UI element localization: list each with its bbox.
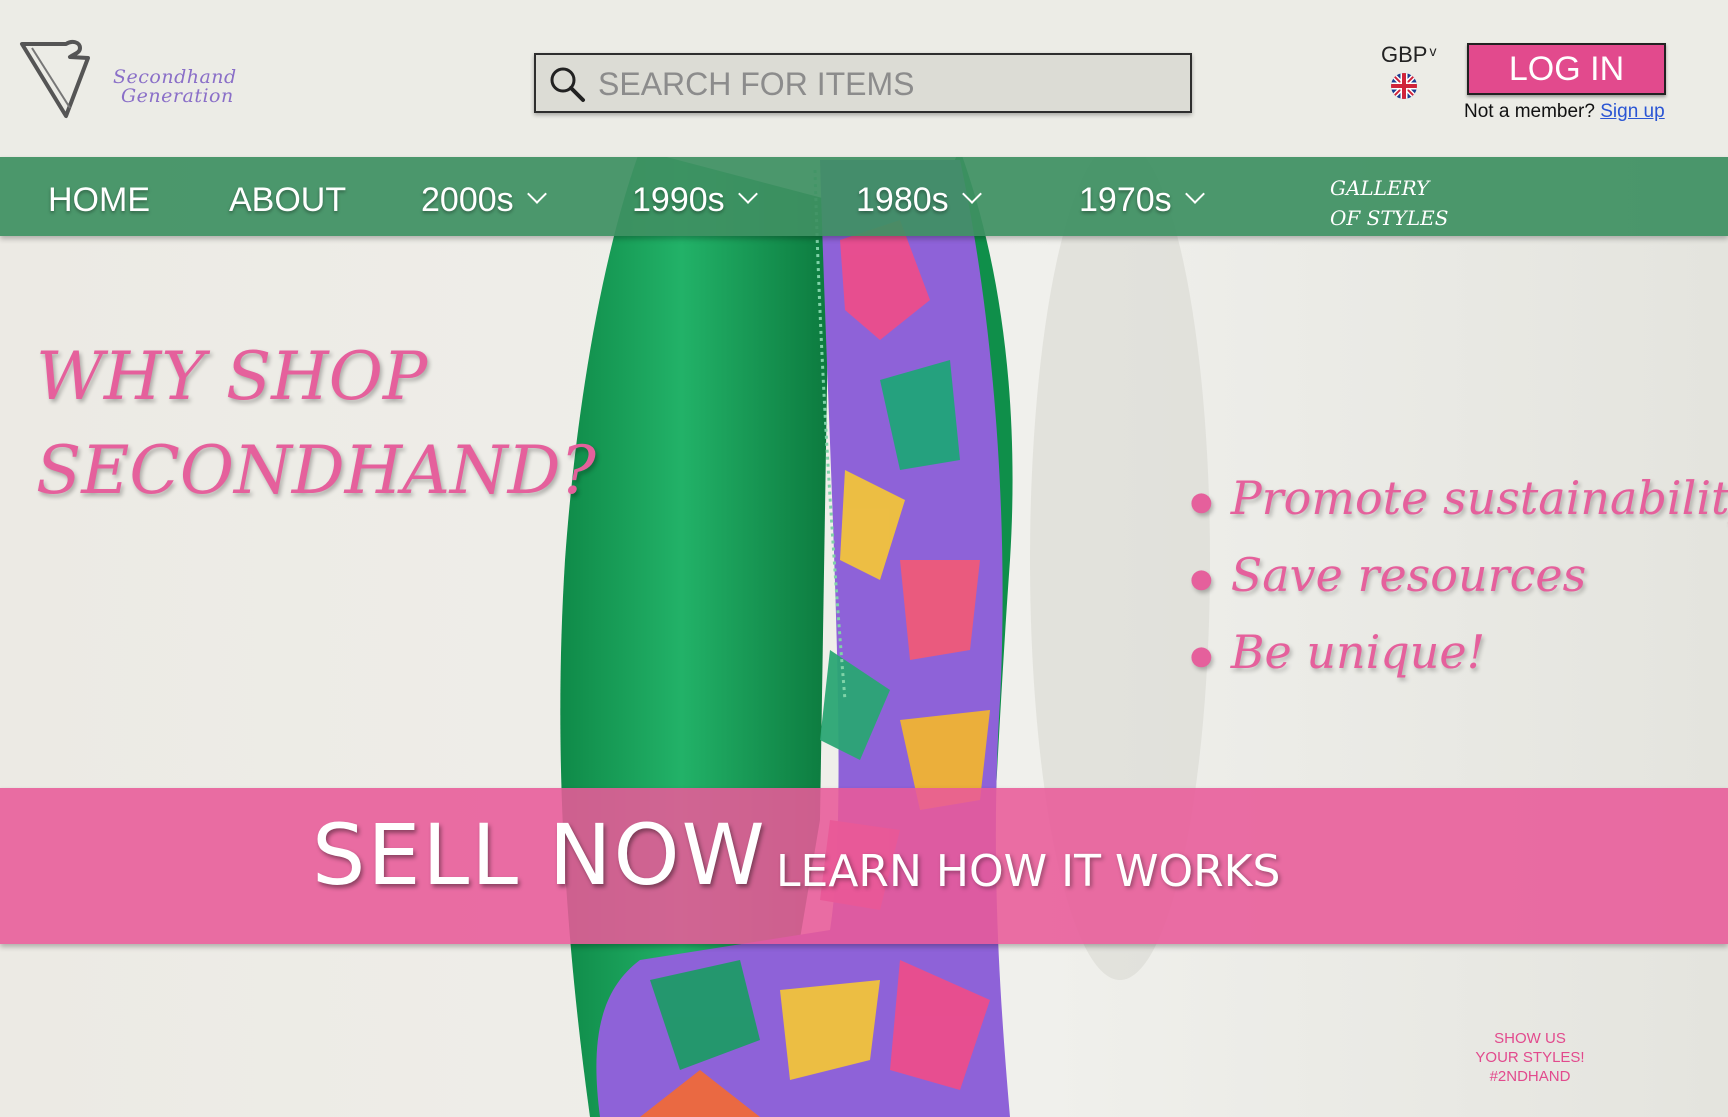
share-line1: SHOW US xyxy=(1494,1030,1566,1047)
member-prompt-text: Not a member? xyxy=(1464,101,1595,122)
sell-now-button[interactable]: SELL NOW xyxy=(312,806,767,904)
benefit-text: Save resources xyxy=(1230,548,1587,602)
currency-selector[interactable]: GBP v xyxy=(1381,42,1436,68)
signup-prompt: Not a member? Sign up xyxy=(1464,101,1665,123)
headline-line2: SECONDHAND? xyxy=(36,432,596,509)
main-nav: HOME ABOUT 2000s 1990s 1980s 1970s GALLE… xyxy=(0,157,1728,236)
benefits-list: ● Promote sustainability ● Save resources … xyxy=(1190,460,1728,691)
brand-name-line2: Generation xyxy=(121,85,234,107)
share-hashtag: #2NDHAND xyxy=(1489,1068,1571,1085)
sell-banner: SELL NOW LEARN HOW IT WORKS xyxy=(0,788,1728,944)
benefit-text: Promote sustainability xyxy=(1230,471,1728,525)
bullet-icon: ● xyxy=(1190,640,1213,671)
hero-headline: WHY SHOP SECONDHAND? xyxy=(36,330,596,518)
headline-line1: WHY SHOP xyxy=(36,338,428,415)
list-item: ● Save resources xyxy=(1190,537,1728,614)
brand-name: Secondhand Generation xyxy=(113,68,237,106)
chevron-down-icon xyxy=(737,184,758,204)
chevron-down-icon xyxy=(526,184,547,204)
share-styles-tag[interactable]: SHOW US YOUR STYLES! #2NDHAND xyxy=(1460,1029,1600,1086)
nav-item-label: HOME xyxy=(48,181,150,219)
nav-item-1970s[interactable]: 1970s xyxy=(1079,157,1205,236)
nav-item-gallery[interactable]: GALLERY OF STYLES xyxy=(1330,173,1448,233)
brand-logo[interactable]: Secondhand Generation xyxy=(18,38,248,122)
bullet-icon: ● xyxy=(1190,563,1213,594)
chevron-down-icon xyxy=(1184,184,1205,204)
search-icon xyxy=(550,67,585,102)
gallery-label-line1: GALLERY xyxy=(1330,176,1430,200)
nav-item-label: 1970s xyxy=(1079,181,1172,219)
share-line2: YOUR STYLES! xyxy=(1475,1049,1585,1066)
nav-item-2000s[interactable]: 2000s xyxy=(421,157,547,236)
list-item: ● Be unique! xyxy=(1190,614,1728,691)
nav-item-home[interactable]: HOME xyxy=(48,157,150,236)
signup-link[interactable]: Sign up xyxy=(1600,101,1664,122)
nav-item-label: 1980s xyxy=(856,181,949,219)
search-bar[interactable] xyxy=(534,53,1192,113)
chevron-down-icon xyxy=(961,184,982,204)
hanger-icon xyxy=(20,39,90,118)
chevron-down-icon: v xyxy=(1429,43,1437,59)
nav-item-about[interactable]: ABOUT xyxy=(229,157,346,236)
nav-item-label: 1990s xyxy=(632,181,725,219)
nav-item-label: 2000s xyxy=(421,181,514,219)
benefit-text: Be unique! xyxy=(1230,625,1486,679)
learn-how-link[interactable]: LEARN HOW IT WORKS xyxy=(776,846,1280,897)
login-button[interactable]: LOG IN xyxy=(1467,43,1666,95)
site-header: Secondhand Generation GBPv LOG IN Not a … xyxy=(0,0,1728,157)
nav-item-1980s[interactable]: 1980s xyxy=(856,157,982,236)
nav-item-1990s[interactable]: 1990s xyxy=(632,157,758,236)
nav-item-label: ABOUT xyxy=(229,181,347,219)
currency-label: GBP xyxy=(1381,42,1428,67)
bullet-icon: ● xyxy=(1190,486,1213,517)
uk-flag-icon[interactable] xyxy=(1391,73,1417,99)
gallery-label-line2: OF STYLES xyxy=(1330,206,1449,230)
list-item: ● Promote sustainability xyxy=(1190,460,1728,537)
search-input[interactable] xyxy=(596,61,1180,107)
